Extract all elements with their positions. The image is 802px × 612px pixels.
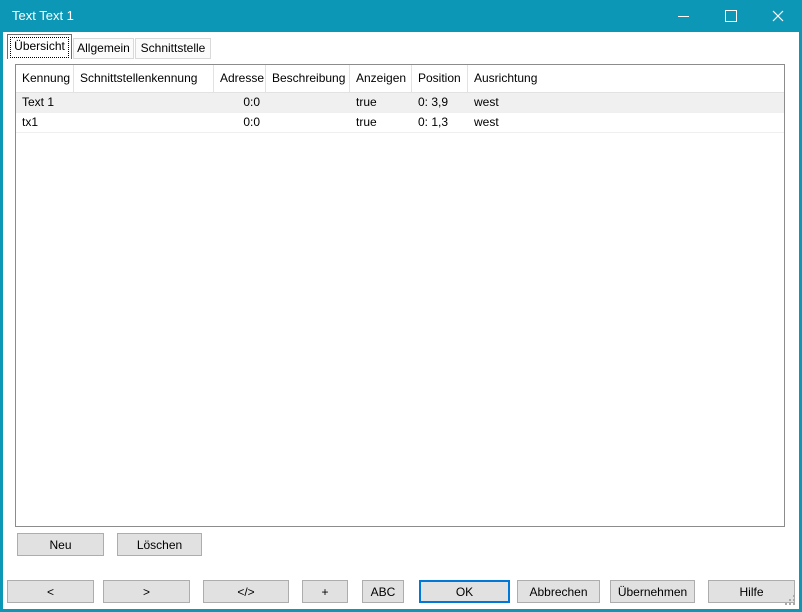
new-button[interactable]: Neu	[17, 533, 104, 556]
table-header-row: KennungSchnittstellenkennungAdresseBesch…	[16, 65, 784, 93]
column-header[interactable]: Adresse	[214, 65, 266, 92]
table-cell: west	[468, 113, 784, 132]
minimize-icon	[678, 16, 689, 17]
window-controls	[660, 0, 801, 32]
close-button[interactable]	[754, 0, 801, 32]
table-cell: 0:0	[214, 93, 266, 112]
help-button[interactable]: Hilfe	[708, 580, 795, 603]
add-button[interactable]: +	[302, 580, 348, 603]
table-cell	[266, 113, 350, 132]
table-cell: Text 1	[16, 93, 74, 112]
table-cell: west	[468, 93, 784, 112]
table-cell	[266, 93, 350, 112]
title-bar: Text Text 1	[0, 0, 802, 32]
column-header[interactable]: Schnittstellenkennung	[74, 65, 214, 92]
cancel-button[interactable]: Abbrechen	[517, 580, 600, 603]
table-cell	[74, 113, 214, 132]
table-row[interactable]: Text 1 0:0 true0: 3,9west	[16, 93, 784, 113]
table-row[interactable]: tx1 0:0 true0: 1,3west	[16, 113, 784, 133]
tab-label: Übersicht	[14, 39, 65, 53]
ok-button[interactable]: OK	[419, 580, 510, 603]
code-button[interactable]: </>	[203, 580, 289, 603]
prev-button[interactable]: <	[7, 580, 94, 603]
maximize-icon	[725, 10, 737, 22]
minimize-button[interactable]	[660, 0, 707, 32]
window-border-left	[0, 32, 3, 612]
table-cell: true	[350, 93, 412, 112]
column-header[interactable]: Beschreibung	[266, 65, 350, 92]
column-header[interactable]: Anzeigen	[350, 65, 412, 92]
maximize-button[interactable]	[707, 0, 754, 32]
table-cell: tx1	[16, 113, 74, 132]
tab-label: Allgemein	[77, 41, 130, 55]
resize-grip-icon[interactable]	[785, 595, 797, 607]
tab-allgemein[interactable]: Allgemein	[73, 38, 134, 59]
table-cell: true	[350, 113, 412, 132]
tab-schnittstelle[interactable]: Schnittstelle	[135, 38, 211, 59]
column-header[interactable]: Position	[412, 65, 468, 92]
close-icon	[772, 10, 784, 22]
overview-table: KennungSchnittstellenkennungAdresseBesch…	[15, 64, 785, 527]
tab-label: Schnittstelle	[141, 41, 206, 55]
tab-bar: Übersicht Allgemein Schnittstelle	[7, 34, 212, 59]
tab-uebersicht[interactable]: Übersicht	[7, 34, 72, 59]
table-cell: 0:0	[214, 113, 266, 132]
next-button[interactable]: >	[103, 580, 190, 603]
table-cell: 0: 1,3	[412, 113, 468, 132]
column-header[interactable]: Ausrichtung	[468, 65, 784, 92]
apply-button[interactable]: Übernehmen	[610, 580, 695, 603]
delete-button[interactable]: Löschen	[117, 533, 202, 556]
table-cell	[74, 93, 214, 112]
table-body: Text 1 0:0 true0: 3,9west tx1 0:0 true0: 1,3w…	[16, 93, 784, 133]
dialog-window: Text Text 1 Übersicht Allgemein Schnittste…	[0, 0, 802, 612]
column-header[interactable]: Kennung	[16, 65, 74, 92]
abc-button[interactable]: ABC	[362, 580, 404, 603]
table-cell: 0: 3,9	[412, 93, 468, 112]
window-title: Text Text 1	[12, 0, 74, 32]
